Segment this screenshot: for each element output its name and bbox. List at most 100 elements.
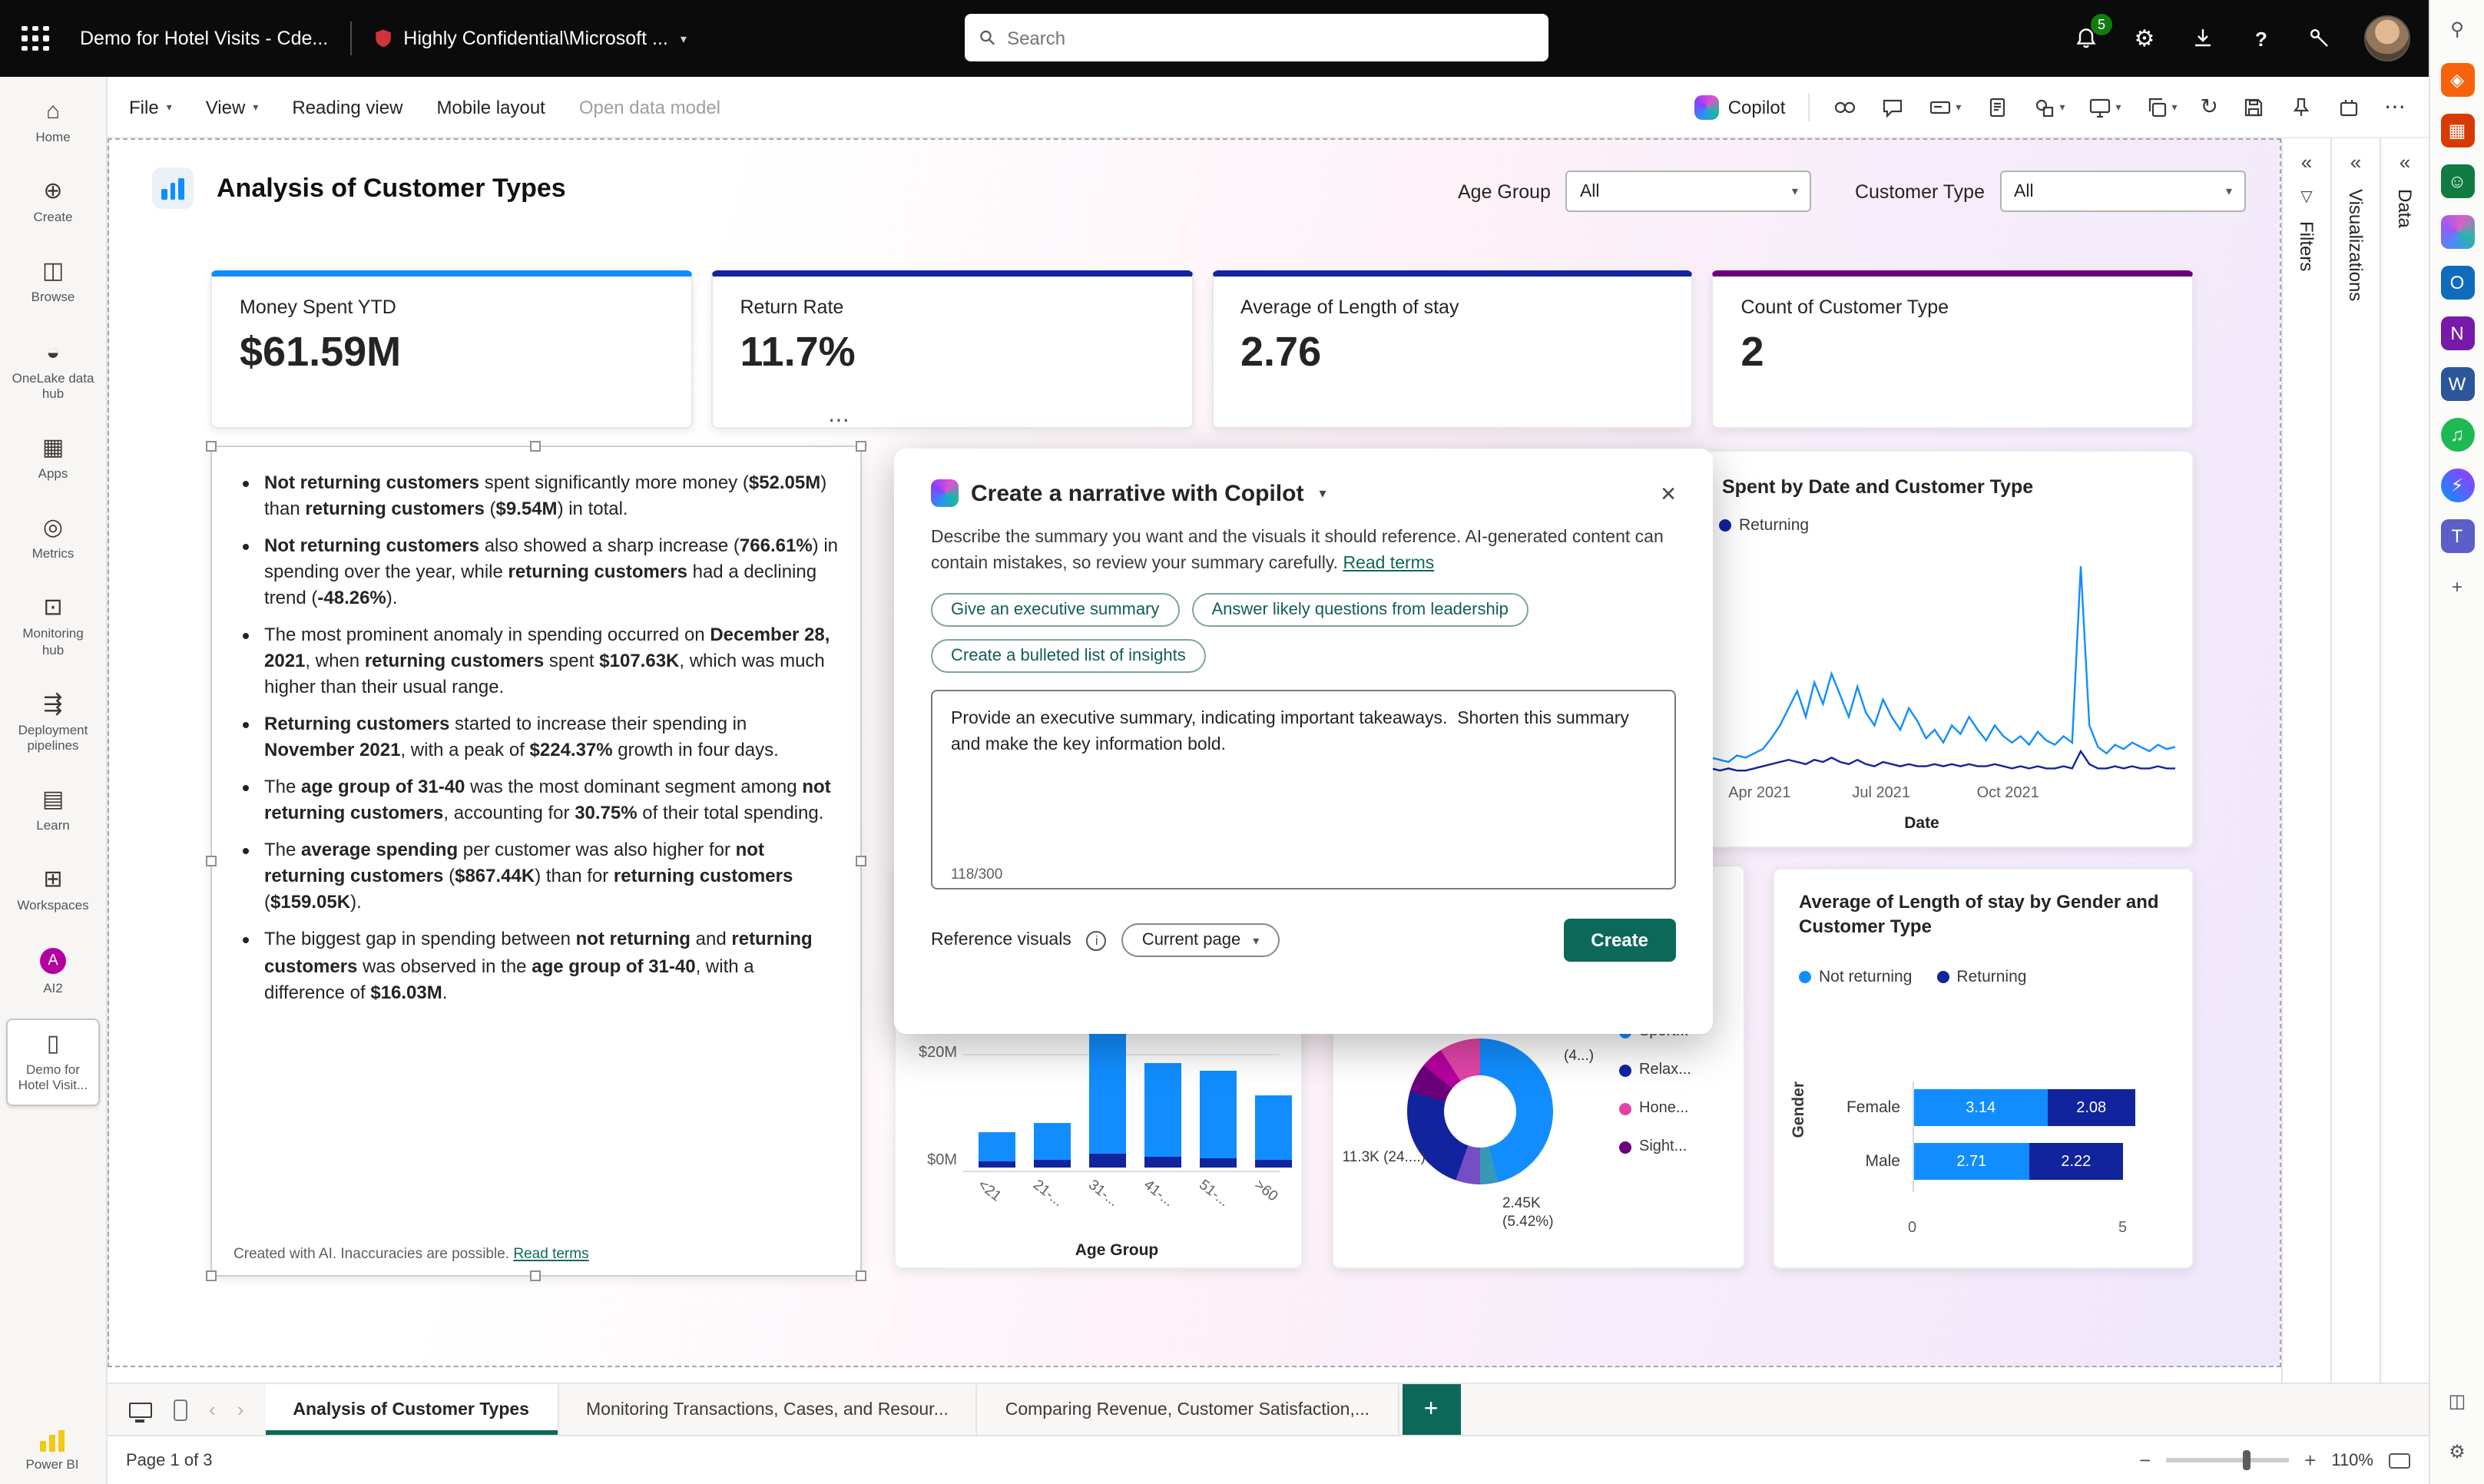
edge-m365-icon[interactable]: ▦: [2440, 114, 2474, 147]
edge-outlook-icon[interactable]: O: [2440, 266, 2474, 300]
legend-item[interactable]: Hone...: [1619, 1100, 1691, 1117]
resize-handle[interactable]: [530, 1270, 541, 1281]
sidebar-item-learn[interactable]: ▤ Learn: [6, 774, 100, 846]
edge-add-icon[interactable]: +: [2440, 570, 2474, 604]
tab-comparing-revenue[interactable]: Comparing Revenue, Customer Satisfaction…: [978, 1384, 1399, 1435]
stacked-bar-row[interactable]: Female 3.14 2.08: [1774, 1089, 2192, 1126]
narrative-visual[interactable]: Not returning customers spent significan…: [206, 441, 866, 1281]
donut[interactable]: [1407, 1038, 1553, 1184]
notes-icon[interactable]: [1984, 94, 2009, 119]
bar[interactable]: [1089, 1022, 1126, 1168]
kpi-card[interactable]: Return Rate 11.7%: [710, 270, 1193, 429]
close-icon[interactable]: ×: [1661, 480, 1676, 506]
download-icon[interactable]: [2189, 25, 2217, 52]
mobile-view-icon[interactable]: [174, 1399, 187, 1420]
edge-people-icon[interactable]: ☺: [2440, 164, 2474, 198]
expand-pane-icon[interactable]: «: [2400, 151, 2410, 174]
chevron-down-icon[interactable]: ▾: [1319, 485, 1326, 502]
sidebar-item-home[interactable]: ⌂ Home: [6, 86, 100, 158]
sensitivity-label[interactable]: Highly Confidential\Microsoft ...: [403, 28, 668, 49]
comments-icon[interactable]: [1880, 94, 1905, 119]
bar-segment[interactable]: 2.08: [2047, 1089, 2136, 1126]
copy-icon[interactable]: ▾: [2145, 94, 2178, 119]
prompt-textarea[interactable]: Provide an executive summary, indicating…: [931, 690, 1676, 890]
global-search[interactable]: ⚲: [965, 14, 1548, 61]
suggestion-pill[interactable]: Create a bulleted list of insights: [931, 639, 1206, 674]
sidebar-item-onelake-data-hub[interactable]: ◒ OneLake data hub: [6, 326, 100, 415]
legend-item[interactable]: Sight...: [1619, 1138, 1691, 1155]
kpi-card[interactable]: Money Spent YTD $61.59M: [210, 270, 693, 429]
app-launcher-icon[interactable]: [0, 0, 71, 77]
zoom-in-button[interactable]: +: [2304, 1449, 2316, 1472]
avatar[interactable]: [2364, 15, 2410, 61]
copilot-button[interactable]: Copilot: [1694, 94, 1785, 119]
add-page-button[interactable]: +: [1402, 1384, 1461, 1435]
view-menu[interactable]: View ▾: [206, 96, 259, 118]
slicer-dropdown[interactable]: All ▾: [1565, 171, 1812, 212]
resize-handle[interactable]: [856, 1270, 866, 1281]
fit-to-page-icon[interactable]: [2389, 1453, 2410, 1468]
subscriptions-icon[interactable]: ▾: [1928, 94, 1961, 119]
settings-gear-icon[interactable]: ⚙: [2131, 25, 2158, 52]
visual-options-icon[interactable]: ⋯: [828, 407, 851, 433]
stacked-bar-visual[interactable]: Average of Length of stay by Gender and …: [1773, 868, 2194, 1269]
expand-pane-icon[interactable]: «: [2350, 151, 2361, 174]
kpi-card[interactable]: Average of Length of stay 2.76: [1211, 270, 1694, 429]
bar-segment[interactable]: 3.14: [1914, 1089, 2048, 1126]
sidebar-item-workspaces[interactable]: ⊞ Workspaces: [6, 855, 100, 927]
bar[interactable]: [1200, 1070, 1237, 1168]
save-icon[interactable]: [2241, 94, 2266, 119]
edge-teams-icon[interactable]: T: [2440, 519, 2474, 553]
bar[interactable]: [979, 1132, 1015, 1168]
sidebar-item-create[interactable]: ⊕ Create: [6, 166, 100, 238]
help-icon[interactable]: ?: [2247, 25, 2275, 52]
shapes-icon[interactable]: ▾: [2032, 94, 2065, 119]
resize-handle[interactable]: [206, 1270, 217, 1281]
next-page-icon[interactable]: ›: [237, 1398, 244, 1421]
notifications-bell-icon[interactable]: 5: [2072, 14, 2112, 52]
reading-view-button[interactable]: Reading view: [292, 96, 402, 118]
legend-item[interactable]: Relax...: [1619, 1062, 1691, 1078]
legend-item[interactable]: Returning: [1719, 516, 1809, 535]
resize-handle[interactable]: [856, 855, 866, 866]
suggestion-pill[interactable]: Answer likely questions from leadership: [1191, 593, 1528, 628]
create-button[interactable]: Create: [1563, 919, 1676, 962]
mobile-layout-button[interactable]: Mobile layout: [436, 96, 545, 118]
tab-analysis-of-customer-types[interactable]: Analysis of Customer Types: [265, 1384, 558, 1435]
previous-page-icon[interactable]: ‹: [209, 1398, 216, 1421]
sidebar-item-metrics[interactable]: ◎ Metrics: [6, 502, 100, 575]
edge-onenote-icon[interactable]: N: [2440, 316, 2474, 350]
resize-handle[interactable]: [206, 441, 217, 452]
edge-messenger-icon[interactable]: ⚡: [2440, 469, 2474, 502]
bar[interactable]: [1144, 1063, 1181, 1168]
resize-handle[interactable]: [856, 441, 866, 452]
edge-shopping-icon[interactable]: ◈: [2440, 63, 2474, 97]
stacked-bar-row[interactable]: Male 2.71 2.22: [1774, 1143, 2192, 1180]
info-icon[interactable]: i: [1086, 930, 1107, 951]
tools-icon[interactable]: [2306, 25, 2333, 52]
resize-handle[interactable]: [530, 441, 541, 452]
line-chart-visual[interactable]: Spent by Date and Customer Type Returnin…: [1630, 450, 2194, 848]
legend-item[interactable]: Returning: [1936, 968, 2026, 986]
read-terms-link[interactable]: Read terms: [1343, 554, 1434, 572]
present-icon[interactable]: ▾: [2088, 94, 2121, 119]
scope-dropdown[interactable]: Current page ▾: [1121, 923, 1280, 958]
zoom-slider-handle[interactable]: [2242, 1450, 2251, 1470]
suggestion-pill[interactable]: Give an executive summary: [931, 593, 1180, 628]
read-terms-link[interactable]: Read terms: [513, 1246, 588, 1263]
sidebar-item-apps[interactable]: ▦ Apps: [6, 422, 100, 495]
expand-pane-icon[interactable]: «: [2301, 151, 2312, 174]
more-options-icon[interactable]: ⋯: [2384, 94, 2407, 120]
visualizations-pane[interactable]: « ▽ Visualizations: [2330, 138, 2380, 1383]
bar[interactable]: [1255, 1095, 1292, 1168]
pin-icon[interactable]: [2289, 94, 2313, 119]
kpi-card[interactable]: Count of Customer Type 2: [1711, 270, 2194, 429]
sidebar-item-deployment-pipelines[interactable]: ⇶ Deployment pipelines: [6, 678, 100, 767]
add-ins-icon[interactable]: [2337, 94, 2361, 119]
data-pane[interactable]: « ▽ Data: [2380, 138, 2429, 1383]
chevron-down-icon[interactable]: ▾: [681, 31, 687, 45]
edge-search-icon[interactable]: ⚲: [2440, 12, 2474, 46]
resize-handle[interactable]: [206, 855, 217, 866]
explore-icon[interactable]: [1833, 94, 1857, 119]
file-menu[interactable]: File ▾: [129, 96, 172, 118]
